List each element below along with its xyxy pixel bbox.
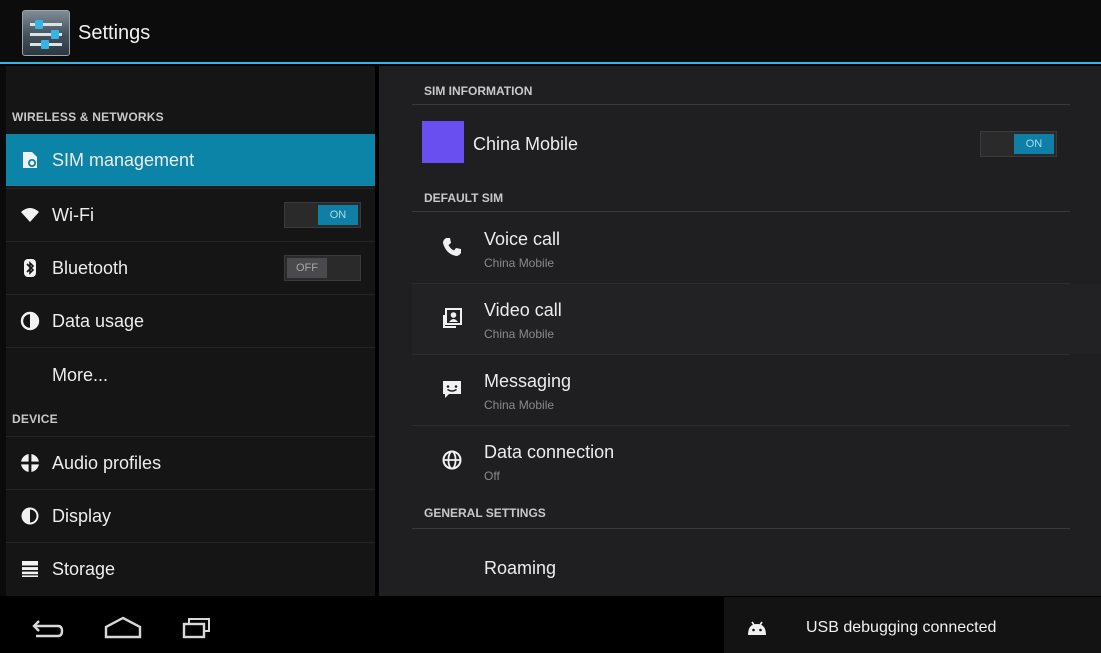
divider [412, 425, 1070, 426]
sidebar-item-label: Audio profiles [52, 453, 162, 473]
bluetooth-icon [20, 258, 40, 278]
sidebar-item-audio-profiles[interactable]: Audio profiles [6, 436, 375, 488]
android-debug-icon [745, 618, 769, 638]
toggle-state: ON [318, 205, 358, 225]
divider [412, 354, 1070, 355]
messaging-subtitle: China Mobile [484, 398, 555, 412]
sidebar-item-label: Wi-Fi [52, 205, 94, 225]
sim-toggle[interactable]: ON [980, 131, 1057, 157]
sidebar-item-data-usage[interactable]: Data usage [6, 294, 375, 346]
section-header-default-sim: DEFAULT SIM [424, 191, 504, 205]
page-title: Settings [78, 22, 151, 44]
data-usage-icon [20, 311, 40, 331]
sidebar-item-label: More... [52, 365, 109, 385]
divider [412, 104, 1070, 105]
recent-apps-icon[interactable] [180, 613, 216, 646]
roaming-title[interactable]: Roaming [484, 558, 556, 579]
sidebar-item-more[interactable]: More... [6, 347, 375, 399]
sidebar-item-display[interactable]: Display [6, 489, 375, 541]
video-call-title[interactable]: Video call [484, 300, 562, 321]
storage-icon [20, 559, 40, 579]
sidebar-item-label: Storage [52, 559, 116, 579]
messaging-title[interactable]: Messaging [484, 371, 571, 392]
section-header-wireless: WIRELESS & NETWORKS [12, 110, 164, 124]
voice-call-title[interactable]: Voice call [484, 229, 560, 250]
wifi-icon [20, 205, 40, 225]
divider [412, 211, 1070, 212]
sidebar-item-label: Data usage [52, 311, 145, 331]
section-header-device: DEVICE [12, 412, 58, 426]
display-icon [20, 506, 40, 526]
bluetooth-toggle[interactable]: OFF [284, 255, 361, 281]
video-call-subtitle: China Mobile [484, 327, 555, 341]
sidebar-item-bluetooth[interactable]: Bluetooth OFF [6, 241, 375, 293]
settings-list: WIRELESS & NETWORKS SIM management Wi-Fi… [6, 66, 375, 596]
home-icon[interactable] [103, 613, 143, 646]
toggle-state: ON [1014, 134, 1054, 154]
data-connection-subtitle: Off [484, 469, 500, 483]
section-header-general-settings: GENERAL SETTINGS [424, 506, 546, 520]
toggle-state: OFF [287, 258, 327, 278]
sidebar-item-wifi[interactable]: Wi-Fi ON [6, 188, 375, 240]
settings-app-icon[interactable] [22, 10, 70, 56]
sidebar-item-label: Display [52, 506, 112, 526]
sidebar-item-storage[interactable]: Storage [6, 542, 375, 594]
sim-color-swatch [422, 121, 464, 163]
audio-profiles-icon [20, 453, 40, 473]
section-header-sim-information: SIM INFORMATION [424, 84, 533, 98]
status-text: USB debugging connected [806, 619, 997, 636]
globe-icon [440, 449, 464, 473]
wifi-toggle[interactable]: ON [284, 202, 361, 228]
data-connection-title[interactable]: Data connection [484, 442, 614, 463]
phone-icon [440, 236, 464, 260]
action-bar: Settings [0, 0, 1101, 64]
sidebar-item-sim-management[interactable]: SIM management [6, 134, 375, 186]
messaging-icon [440, 378, 464, 402]
sim-card-icon [20, 150, 40, 170]
sim-name[interactable]: China Mobile [473, 134, 578, 155]
divider [412, 528, 1070, 529]
sidebar-item-label: SIM management [52, 150, 195, 170]
divider [412, 283, 1070, 284]
back-icon[interactable] [30, 613, 66, 646]
video-call-icon [440, 307, 464, 331]
sidebar-item-label: Bluetooth [52, 258, 129, 278]
voice-call-subtitle: China Mobile [484, 256, 555, 270]
